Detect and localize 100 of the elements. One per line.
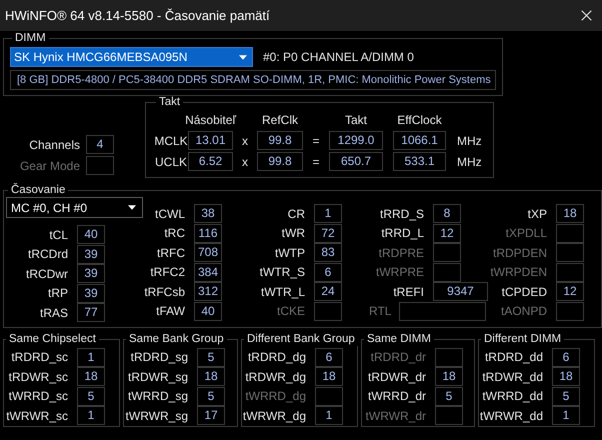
- value-field: 38: [194, 204, 222, 224]
- operator: =: [311, 154, 320, 168]
- field-label: tREFI: [392, 284, 425, 299]
- value-field: 24: [314, 282, 342, 302]
- value-field: 40: [194, 302, 222, 321]
- row-label: MCLK: [154, 134, 188, 148]
- group-title: Different DIMM: [483, 332, 562, 346]
- value-field: 99.8: [257, 131, 303, 150]
- field-label: tRFC2: [149, 265, 186, 280]
- group-title: Takt: [158, 96, 182, 109]
- field-label: tRAS: [38, 306, 69, 320]
- field-label: tRDWR_dd: [481, 370, 544, 384]
- value-field: [86, 156, 114, 175]
- field-label: tXP: [526, 206, 548, 221]
- field-label: tWTR_L: [260, 284, 306, 299]
- value-field: 384: [194, 262, 222, 282]
- value-field: 6: [315, 348, 343, 367]
- field-label: tRDWR_sc: [8, 370, 69, 384]
- value-field: 17: [197, 406, 225, 426]
- slot-label: #0: P0 CHANNEL A/DIMM 0: [263, 50, 414, 64]
- value-field: [314, 302, 342, 321]
- value-field: 99.8: [257, 152, 303, 171]
- operator: x: [241, 134, 249, 148]
- value-field: [556, 224, 584, 243]
- value-field: 9347: [433, 282, 488, 302]
- channel-dropdown[interactable]: MC #0, CH #0: [6, 197, 143, 218]
- value-field: 4: [86, 135, 114, 154]
- field-label: tRP: [46, 286, 69, 300]
- value-field: 39: [77, 244, 105, 264]
- field-label: tRCDrd: [26, 247, 69, 262]
- field-label: tCWL: [154, 206, 186, 221]
- unit-label: MHz: [456, 154, 483, 168]
- column-header: Násobiteľ: [185, 112, 236, 128]
- field-label: tWRRD_dg: [244, 389, 307, 404]
- value-field: 6: [314, 262, 342, 282]
- field-label: tAONPD: [500, 304, 548, 318]
- value-field: 13.01: [188, 131, 233, 150]
- group-title: Same DIMM: [366, 332, 432, 346]
- window-title: HWiNFO® 64 v8.14-5580 - Časovanie pamätí: [5, 8, 270, 23]
- field-label: tRDRD_dr: [370, 350, 427, 364]
- module-dropdown[interactable]: SK Hynix HMCG66MEBSA095N: [10, 47, 253, 67]
- operator: =: [311, 134, 320, 148]
- value-field: 1: [552, 406, 580, 426]
- caret-icon: [239, 54, 247, 60]
- field-label: tRDPRE: [378, 246, 425, 260]
- field-label: RTL: [368, 304, 392, 318]
- field-label: tFAW: [155, 304, 186, 318]
- value-field: 116: [194, 224, 222, 243]
- field-label: tRDWR_sg: [126, 370, 189, 384]
- value-field: 8: [433, 204, 461, 224]
- field-label: tRDRD_dg: [246, 350, 307, 364]
- field-label: tWRWR_sc: [5, 408, 69, 423]
- dropdown-text: SK Hynix HMCG66MEBSA095N: [14, 50, 188, 64]
- field-label: tWRPDEN: [489, 265, 548, 280]
- field-label: tRFC: [156, 246, 186, 260]
- value-field: 1: [77, 348, 105, 367]
- value-field: 18: [315, 367, 343, 386]
- dropdown-text: MC #0, CH #0: [11, 200, 88, 214]
- value-field: [556, 262, 584, 282]
- value-field: [433, 262, 461, 282]
- value-field: 533.1: [393, 152, 446, 171]
- module-description: [8 GB] DDR5-4800 / PC5-38400 DDR5 SDRAM SO-DIMM, 1R, PMIC: Monolithic Power Systems: [10, 70, 496, 90]
- field-label: tWR: [280, 226, 306, 240]
- field-label: tWRWR_sg: [124, 408, 189, 423]
- field-label: Channels: [28, 138, 81, 152]
- value-field: 5: [197, 386, 225, 406]
- field-label: CR: [286, 206, 306, 221]
- field-label: tRC: [163, 226, 186, 240]
- field-label: tRDRD_sc: [10, 350, 69, 364]
- value-field: 1299.0: [329, 131, 383, 150]
- field-label: tRDWR_dr: [366, 370, 427, 384]
- value-field: 83: [314, 243, 342, 262]
- group-title: DIMM: [14, 32, 47, 45]
- value-field: 39: [77, 264, 105, 284]
- value-field: 1066.1: [393, 131, 446, 150]
- field-label: tWRRD_sg: [126, 389, 189, 404]
- close-icon[interactable]: [580, 9, 593, 22]
- value-field: 39: [77, 284, 105, 303]
- field-label: tRDRD_sg: [130, 350, 189, 364]
- value-field: 1: [315, 406, 343, 426]
- field-label: tCL: [48, 228, 69, 242]
- field-label: Gear Mode: [18, 158, 81, 172]
- field-label: tRFCsb: [144, 284, 186, 299]
- field-label: tWRPRE: [375, 265, 425, 280]
- field-label: tWRWR_dd: [479, 408, 544, 423]
- value-field: 40: [77, 225, 105, 244]
- value-field: 18: [77, 367, 105, 386]
- unit-label: MHz: [456, 134, 483, 148]
- field-label: tRRD_S: [378, 206, 425, 221]
- value-field: 18: [435, 367, 463, 386]
- value-field: 18: [556, 204, 584, 224]
- field-label: tWRRD_dr: [366, 389, 427, 404]
- field-label: tCKE: [276, 304, 306, 318]
- field-label: tWRRD_sc: [8, 389, 69, 404]
- field-label: tCPDED: [500, 284, 548, 299]
- value-field: 6: [552, 348, 580, 367]
- value-field: 6.52: [188, 152, 233, 171]
- column-header: EffClock: [397, 112, 442, 128]
- value-field: 5: [77, 386, 105, 406]
- field-label: tWRWR_dg: [242, 408, 307, 423]
